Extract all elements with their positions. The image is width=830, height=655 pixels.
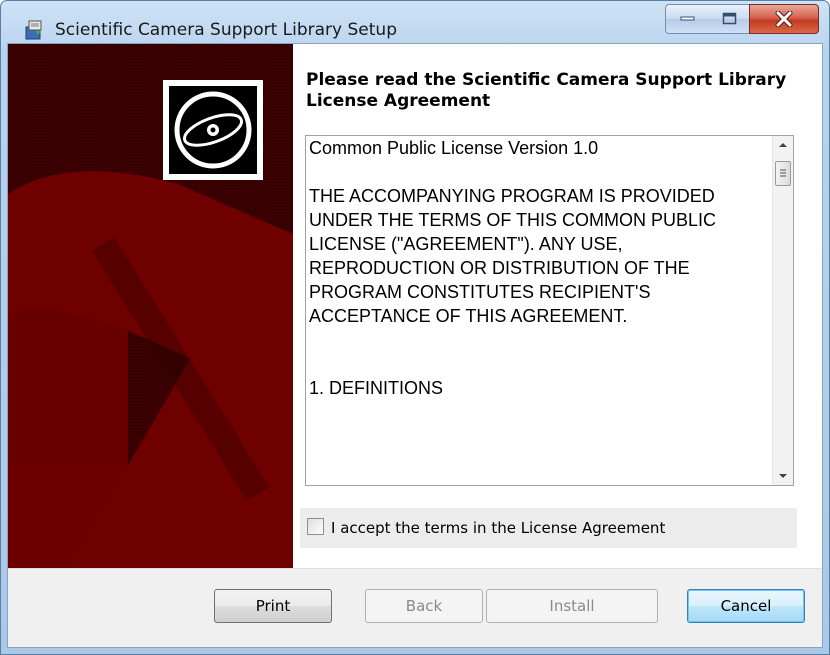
accept-terms-row[interactable]: I accept the terms in the License Agreem… <box>300 508 797 548</box>
license-heading: Please read the Scientific Camera Suppor… <box>306 70 787 111</box>
title-bar[interactable]: Scientific Camera Support Library Setup <box>1 1 829 40</box>
setup-banner-image <box>8 44 293 568</box>
cd-disc-icon <box>163 80 263 180</box>
dialog-client-area: Please read the Scientific Camera Suppor… <box>7 43 823 648</box>
license-intro-paragraph: THE ACCOMPANYING PROGRAM IS PROVIDED UND… <box>309 186 717 326</box>
license-scrollbar[interactable] <box>772 136 793 485</box>
print-button[interactable]: Print <box>214 589 332 623</box>
back-button[interactable]: Back <box>365 589 483 623</box>
license-title-paragraph: Common Public License Version 1.0 <box>309 138 599 158</box>
maximize-icon <box>722 12 736 25</box>
close-button[interactable] <box>749 4 819 34</box>
setup-package-icon <box>25 20 42 40</box>
license-definitions-heading: 1. DEFINITIONS <box>309 378 444 398</box>
accept-terms-checkbox[interactable] <box>307 518 324 535</box>
minimize-button[interactable] <box>665 4 711 34</box>
grip-icon <box>780 169 786 177</box>
scroll-up-arrow-icon[interactable] <box>773 136 793 154</box>
button-bar: Print Back Install Cancel <box>8 568 822 647</box>
cancel-button[interactable]: Cancel <box>687 589 805 623</box>
close-icon <box>775 11 793 27</box>
license-text-box[interactable]: Common Public License Version 1.0 THE AC… <box>305 135 794 486</box>
scroll-thumb[interactable] <box>775 161 791 186</box>
license-text: Common Public License Version 1.0 THE AC… <box>309 136 771 485</box>
window-title: Scientific Camera Support Library Setup <box>55 20 397 40</box>
accept-terms-label[interactable]: I accept the terms in the License Agreem… <box>331 519 665 537</box>
maximize-button[interactable] <box>710 4 750 34</box>
minimize-icon <box>680 16 695 21</box>
setup-window: Scientific Camera Support Library Setup <box>0 0 830 655</box>
install-button[interactable]: Install <box>486 589 658 623</box>
scroll-down-arrow-icon[interactable] <box>773 467 793 485</box>
